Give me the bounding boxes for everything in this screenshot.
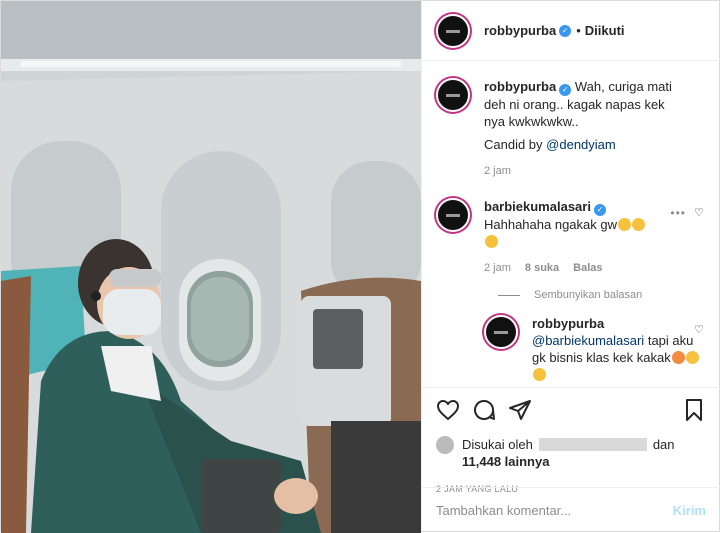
comment-icon[interactable] xyxy=(472,398,496,422)
verified-icon: ✓ xyxy=(559,24,572,37)
hide-replies-label: Sembunyikan balasan xyxy=(534,289,643,301)
comment-text: Hahhahaha ngakak gw xyxy=(484,217,617,232)
caption-time[interactable]: 2 jam xyxy=(484,163,511,180)
reply-like-heart-icon[interactable]: ♡ xyxy=(694,323,704,336)
caption-avatar[interactable] xyxy=(436,78,470,112)
comment-username[interactable]: barbiekumalasari xyxy=(484,199,591,214)
likes-count[interactable]: 11,448 lainnya xyxy=(462,454,549,469)
post-actions: Disukai oleh dan 11,448 lainnya 2 JAM YAN… xyxy=(422,387,720,494)
liker-avatar[interactable] xyxy=(436,436,454,454)
divider xyxy=(498,294,520,296)
hide-replies-toggle[interactable]: Sembunyikan balasan xyxy=(498,289,706,301)
author-avatar[interactable] xyxy=(436,13,470,48)
send-button[interactable]: Kirim xyxy=(673,503,706,518)
heart-icon[interactable] xyxy=(436,398,460,422)
reply-comment: robbypurba @barbiekumalasari tapi aku gk… xyxy=(484,315,706,383)
reply-mention[interactable]: @barbiekumalasari xyxy=(532,333,644,348)
grin-emoji-icon xyxy=(685,351,699,364)
comment-meta: 2 jam 8 suka Balas xyxy=(484,260,654,277)
grin-emoji-icon xyxy=(632,218,645,231)
author-username[interactable]: robbypurba xyxy=(484,23,556,38)
likes-prefix: Disukai oleh xyxy=(462,437,533,452)
grin-emoji-icon xyxy=(618,218,631,231)
more-icon[interactable]: ••• xyxy=(670,206,686,220)
comment-avatar[interactable] xyxy=(436,198,470,232)
comment-like-heart-icon[interactable]: ♡ xyxy=(694,206,704,219)
separator: • xyxy=(576,23,581,38)
comments-list[interactable]: robbypurba ✓ Wah, curiga mati deh ni oran… xyxy=(422,62,720,387)
likes-summary: Disukai oleh dan 11,448 lainnya xyxy=(436,436,706,470)
instagram-post: robbypurba ✓ • Diikuti robbypurba ✓ Wah, … xyxy=(0,0,720,533)
post-side-panel: robbypurba ✓ • Diikuti robbypurba ✓ Wah, … xyxy=(421,1,720,533)
verified-icon: ✓ xyxy=(559,84,572,96)
comment-input[interactable] xyxy=(436,503,673,518)
follow-button[interactable]: Diikuti xyxy=(585,23,625,38)
caption-credit: Candid by xyxy=(484,137,543,152)
mention-link[interactable]: @dendyiam xyxy=(546,137,616,152)
reply-avatar[interactable] xyxy=(484,315,518,349)
verified-icon: ✓ xyxy=(593,204,606,216)
grin-emoji-icon xyxy=(533,368,546,381)
redacted-username xyxy=(538,438,647,451)
comment-time[interactable]: 2 jam xyxy=(484,260,511,277)
post-image xyxy=(1,1,421,533)
caption: robbypurba ✓ Wah, curiga mati deh ni oran… xyxy=(436,78,706,180)
caption-meta: 2 jam xyxy=(484,163,684,180)
tongue-emoji-icon xyxy=(671,351,685,364)
share-icon[interactable] xyxy=(508,398,532,422)
comment-likes[interactable]: 8 suka xyxy=(525,260,559,277)
comment: barbiekumalasari ✓ Hahhahaha ngakak gw 2 … xyxy=(436,198,706,277)
add-comment-bar: Kirim xyxy=(422,487,720,533)
caption-username[interactable]: robbypurba xyxy=(484,79,556,94)
post-photo[interactable] xyxy=(1,1,421,533)
action-icons xyxy=(436,398,706,422)
bookmark-icon[interactable] xyxy=(682,398,706,422)
reply-button[interactable]: Balas xyxy=(573,260,602,277)
reply-username[interactable]: robbypurba xyxy=(532,316,604,331)
grin-emoji-icon xyxy=(485,235,498,248)
likes-middle: dan xyxy=(652,437,675,452)
post-header: robbypurba ✓ • Diikuti xyxy=(422,1,720,61)
